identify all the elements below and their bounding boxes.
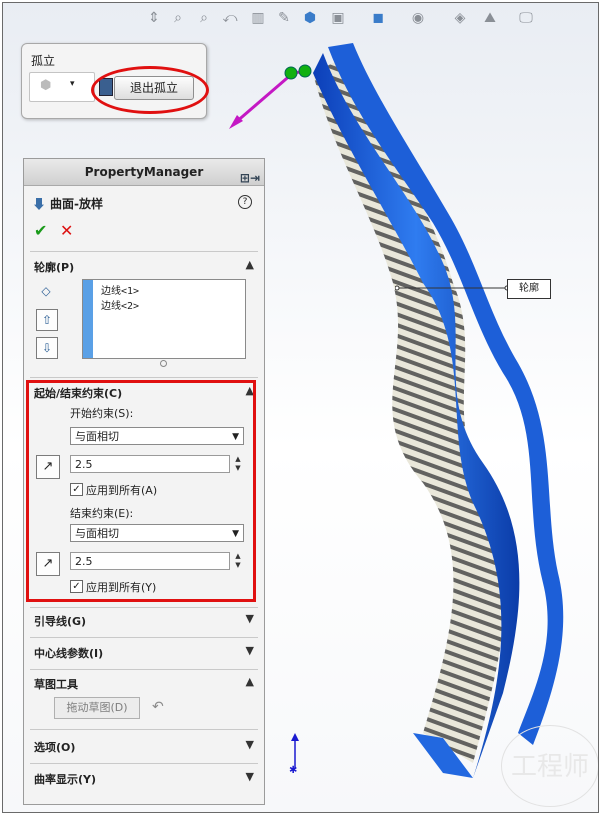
- highlight-ellipse: [91, 66, 209, 114]
- chevron-down-icon[interactable]: ▼: [246, 644, 254, 657]
- scene-icon[interactable]: ⛰: [481, 9, 499, 27]
- sketch-tools-section-title[interactable]: 草图工具: [34, 676, 78, 692]
- centerline-section-title[interactable]: 中心线参数(I): [34, 645, 103, 661]
- loft-surface-icon: [34, 198, 44, 210]
- chevron-down-icon: ▾: [70, 79, 75, 89]
- list-item[interactable]: 边线<2>: [101, 297, 139, 312]
- move-down-button[interactable]: ⇩: [36, 337, 58, 359]
- profiles-list[interactable]: 边线<1> 边线<2>: [82, 279, 246, 359]
- drag-sketch-button[interactable]: 拖动草图(D): [54, 697, 140, 719]
- display-icon: ⬢: [40, 78, 52, 93]
- heads-up-toolbar: ⇕ ⌕ ⌕ ⤺ ▥ ✎ ⬢ ▣ ◼ ◉ ◈ ⛰ 🖵: [3, 3, 598, 35]
- view-palette-icon[interactable]: ✎: [275, 9, 293, 27]
- pm-header: PropertyManager ⊞⇥: [24, 159, 264, 186]
- hide-show-icon[interactable]: ▣: [329, 9, 347, 27]
- chevron-down-icon[interactable]: ▼: [246, 738, 254, 751]
- svg-text:✱: ✱: [289, 765, 297, 773]
- chevron-down-icon[interactable]: ▼: [246, 770, 254, 783]
- view-settings-icon[interactable]: ◈: [451, 9, 469, 27]
- help-icon[interactable]: ?: [238, 195, 252, 209]
- feature-title-label: 曲面-放样: [50, 197, 103, 211]
- zoom-to-fit-icon[interactable]: ⌕: [169, 9, 187, 27]
- profile-selection-icon: ◇: [41, 284, 51, 298]
- chevron-up-icon[interactable]: ▲: [246, 675, 254, 688]
- move-up-button[interactable]: ⇧: [36, 309, 58, 331]
- feature-title: 曲面-放样: [34, 195, 103, 212]
- options-section-title[interactable]: 选项(O): [34, 739, 75, 755]
- section-view-icon[interactable]: ▥: [249, 9, 267, 27]
- divider: [30, 607, 258, 608]
- apply-scene-icon[interactable]: ◉: [409, 9, 427, 27]
- undo-sketch-drag-icon[interactable]: ↶: [152, 699, 164, 715]
- pm-header-label: PropertyManager: [84, 165, 204, 179]
- highlight-rectangle: [26, 380, 256, 602]
- guides-section-title[interactable]: 引导线(G): [34, 613, 86, 629]
- isolate-display-dropdown[interactable]: ⬢ ▾: [29, 72, 95, 102]
- divider: [30, 251, 258, 252]
- divider: [30, 729, 258, 730]
- coordinate-triad-icon: ✱: [289, 733, 299, 773]
- ok-button[interactable]: ✔: [34, 221, 47, 240]
- pin-icon[interactable]: ⊞⇥: [240, 165, 260, 191]
- list-item[interactable]: 边线<1>: [101, 282, 139, 297]
- previous-view-icon[interactable]: ⤺: [221, 9, 239, 27]
- chevron-down-icon[interactable]: ▼: [246, 612, 254, 625]
- divider: [30, 763, 258, 764]
- list-selection-bar: [83, 280, 93, 358]
- monitor-icon[interactable]: 🖵: [517, 9, 535, 27]
- display-style-icon[interactable]: ⬢: [301, 9, 319, 27]
- divider: [30, 669, 258, 670]
- watermark: 工程师: [501, 725, 598, 807]
- view-orientation-icon[interactable]: ⇕: [145, 9, 163, 27]
- edit-appearance-icon[interactable]: ◼: [369, 9, 387, 27]
- cancel-button[interactable]: ✕: [60, 221, 73, 240]
- chevron-up-icon[interactable]: ▲: [246, 258, 254, 271]
- resize-handle[interactable]: [160, 360, 167, 367]
- profiles-section-title[interactable]: 轮廓(P): [34, 259, 74, 275]
- solidworks-window: ⇕ ⌕ ⌕ ⤺ ▥ ✎ ⬢ ▣ ◼ ◉ ◈ ⛰ 🖵 孤立 ⬢ ▾ 退出孤立 轮廓…: [2, 2, 599, 813]
- zoom-area-icon[interactable]: ⌕: [195, 9, 213, 27]
- divider: [30, 377, 258, 378]
- callout-leader: [395, 285, 510, 291]
- curvature-section-title[interactable]: 曲率显示(Y): [34, 771, 96, 787]
- profile-callout[interactable]: 轮廓: [507, 279, 551, 299]
- isolate-title: 孤立: [31, 54, 56, 68]
- divider: [30, 637, 258, 638]
- loft-surface-model[interactable]: [273, 33, 573, 803]
